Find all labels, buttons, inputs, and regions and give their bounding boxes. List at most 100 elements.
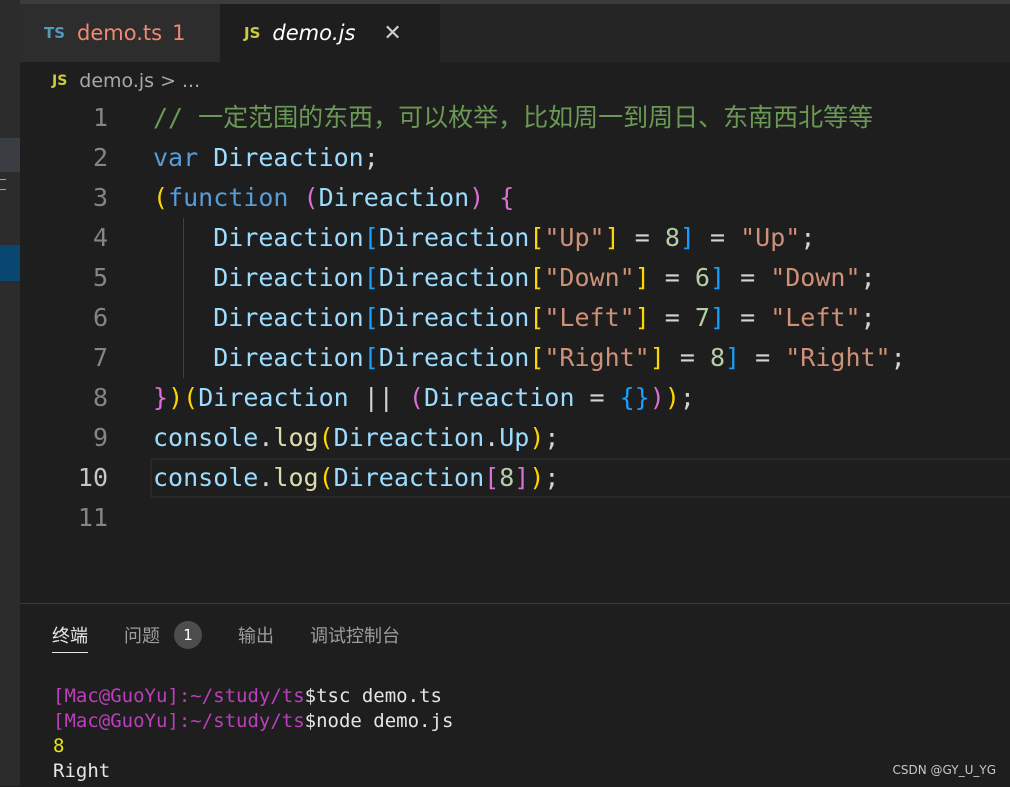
line-code: (function (Direaction) { [153, 178, 514, 218]
breadcrumb: JS demo.js > ... [52, 68, 200, 94]
code-token: = [725, 263, 771, 292]
code-line[interactable]: 3 (function (Direaction) { [20, 178, 1010, 218]
panel-tabs: 终端 问题 1 输出 调试控制台 [52, 618, 436, 653]
code-line[interactable]: 11 [20, 498, 1010, 538]
panel-tab[interactable]: 问题 1 [124, 618, 202, 652]
code-token: var [153, 143, 199, 172]
code-token: ( [183, 383, 199, 412]
code-token: = [694, 223, 741, 252]
code-token: = [649, 263, 695, 292]
tab-demo-js[interactable]: JS demo.js ✕ [220, 4, 440, 62]
line-number: 8 [92, 383, 108, 412]
panel-tab[interactable]: 调试控制台 [310, 618, 400, 652]
code-token: "Down" [770, 263, 861, 292]
terminal-line: 8 [53, 734, 453, 759]
code-token: = [740, 343, 786, 372]
panel-tab-label: 终端 [52, 625, 88, 647]
terminal-output-text: Right [53, 760, 111, 782]
javascript-file-icon: JS [52, 73, 68, 89]
line-number: 9 [92, 423, 108, 452]
code-token: {} [619, 383, 650, 412]
code-token: ; [890, 343, 906, 372]
code-token: Direaction [198, 383, 349, 412]
code-token: Direaction [213, 143, 364, 172]
line-number: 11 [77, 503, 108, 532]
panel-tab-label: 问题 [124, 626, 160, 647]
code-token: Direaction [213, 303, 364, 332]
watermark: CSDN @GY_U_YG [892, 763, 996, 777]
code-line[interactable]: 5 Direaction[Direaction["Down"] = 6] = "… [20, 258, 1010, 298]
activity-item-selected[interactable] [0, 245, 20, 281]
terminal-output[interactable]: [Mac@GuoYu]:~/study/ts$tsc demo.ts [Mac@G… [53, 684, 453, 784]
code-line[interactable]: 2 var Direaction; [20, 138, 1010, 178]
code-token: ) [469, 183, 485, 212]
line-number: 7 [92, 343, 108, 372]
code-token: ] [604, 223, 620, 252]
code-token: Direaction [378, 343, 530, 372]
code-token: = [574, 383, 620, 412]
code-token: ; [544, 423, 560, 452]
code-token: ) [529, 423, 545, 452]
code-token: { [499, 183, 515, 212]
code-token: [ [363, 303, 379, 332]
typescript-file-icon: TS [44, 24, 66, 42]
code-line[interactable]: 4 Direaction[Direaction["Up"] = 8] = "Up… [20, 218, 1010, 258]
line-number: 4 [92, 223, 108, 252]
panel-tab[interactable]: 终端 [52, 618, 88, 653]
code-token: ; [363, 143, 379, 172]
code-token: . [258, 463, 274, 492]
code-token: Direaction [213, 223, 364, 252]
code-token: ; [544, 463, 560, 492]
code-line[interactable]: 8})(Direaction || (Direaction = {})); [20, 378, 1010, 418]
terminal-command: $tsc demo.ts [304, 685, 442, 707]
code-token: function [168, 183, 289, 212]
code-token: ( [318, 463, 334, 492]
code-token: [ [363, 343, 379, 372]
code-token: ; [860, 263, 876, 292]
code-token: Direaction [423, 383, 575, 412]
code-line[interactable]: 10 console.log(Direaction[8]); [20, 458, 1010, 498]
code-token: || [348, 383, 409, 412]
code-token: = [649, 303, 695, 332]
code-token: } [153, 383, 169, 412]
code-token: ) [664, 383, 680, 412]
tab-demo-ts[interactable]: TS demo.ts 1 [20, 4, 221, 62]
code-token: [ [484, 463, 500, 492]
code-line[interactable]: 7 Direaction[Direaction["Right"] = 8] = … [20, 338, 1010, 378]
breadcrumb-file[interactable]: demo.js [79, 70, 154, 92]
javascript-file-icon: JS [244, 24, 261, 42]
code-token: ) [529, 463, 545, 492]
code-line[interactable]: 6 Direaction[Direaction["Left"] = 7] = "… [20, 298, 1010, 338]
line-number: 10 [77, 463, 108, 492]
panel-tab-label: 输出 [238, 626, 274, 647]
tab-problem-count: 1 [172, 21, 186, 45]
breadcrumb-symbols[interactable]: ... [182, 70, 200, 92]
close-icon[interactable]: ✕ [383, 21, 401, 46]
line-number: 1 [92, 103, 108, 132]
code-token: [ [529, 343, 545, 372]
code-token: = [725, 303, 771, 332]
code-line[interactable]: 9 console.log(Direaction.Up); [20, 418, 1010, 458]
code-token: 7 [694, 303, 710, 332]
code-token: console [153, 463, 259, 492]
line-code: console.log(Direaction.Up); [153, 418, 559, 458]
code-token: 8 [664, 223, 680, 252]
code-token: [ [529, 303, 545, 332]
panel-tab[interactable]: 输出 [238, 618, 274, 652]
code-token: 8 [499, 463, 515, 492]
code-token: ] [725, 343, 741, 372]
line-code: Direaction[Direaction["Right"] = 8] = "R… [153, 338, 906, 378]
code-line[interactable]: 1 // 一定范围的东西，可以枚举，比如周一到周日、东南西北等等 [20, 98, 1010, 138]
code-token: Direaction [378, 223, 530, 252]
code-editor[interactable]: 1 // 一定范围的东西，可以枚举，比如周一到周日、东南西北等等 2 var Dire… [20, 98, 1010, 603]
code-token: "Left" [770, 303, 861, 332]
activity-item-highlight[interactable] [0, 138, 20, 172]
code-token: ( [303, 183, 319, 212]
code-token: [ [363, 263, 379, 292]
terminal-line: [Mac@GuoYu]:~/study/ts$tsc demo.ts [53, 684, 453, 709]
code-token: // 一定范围的东西，可以枚举，比如周一到周日、东南西北等等 [153, 103, 874, 132]
